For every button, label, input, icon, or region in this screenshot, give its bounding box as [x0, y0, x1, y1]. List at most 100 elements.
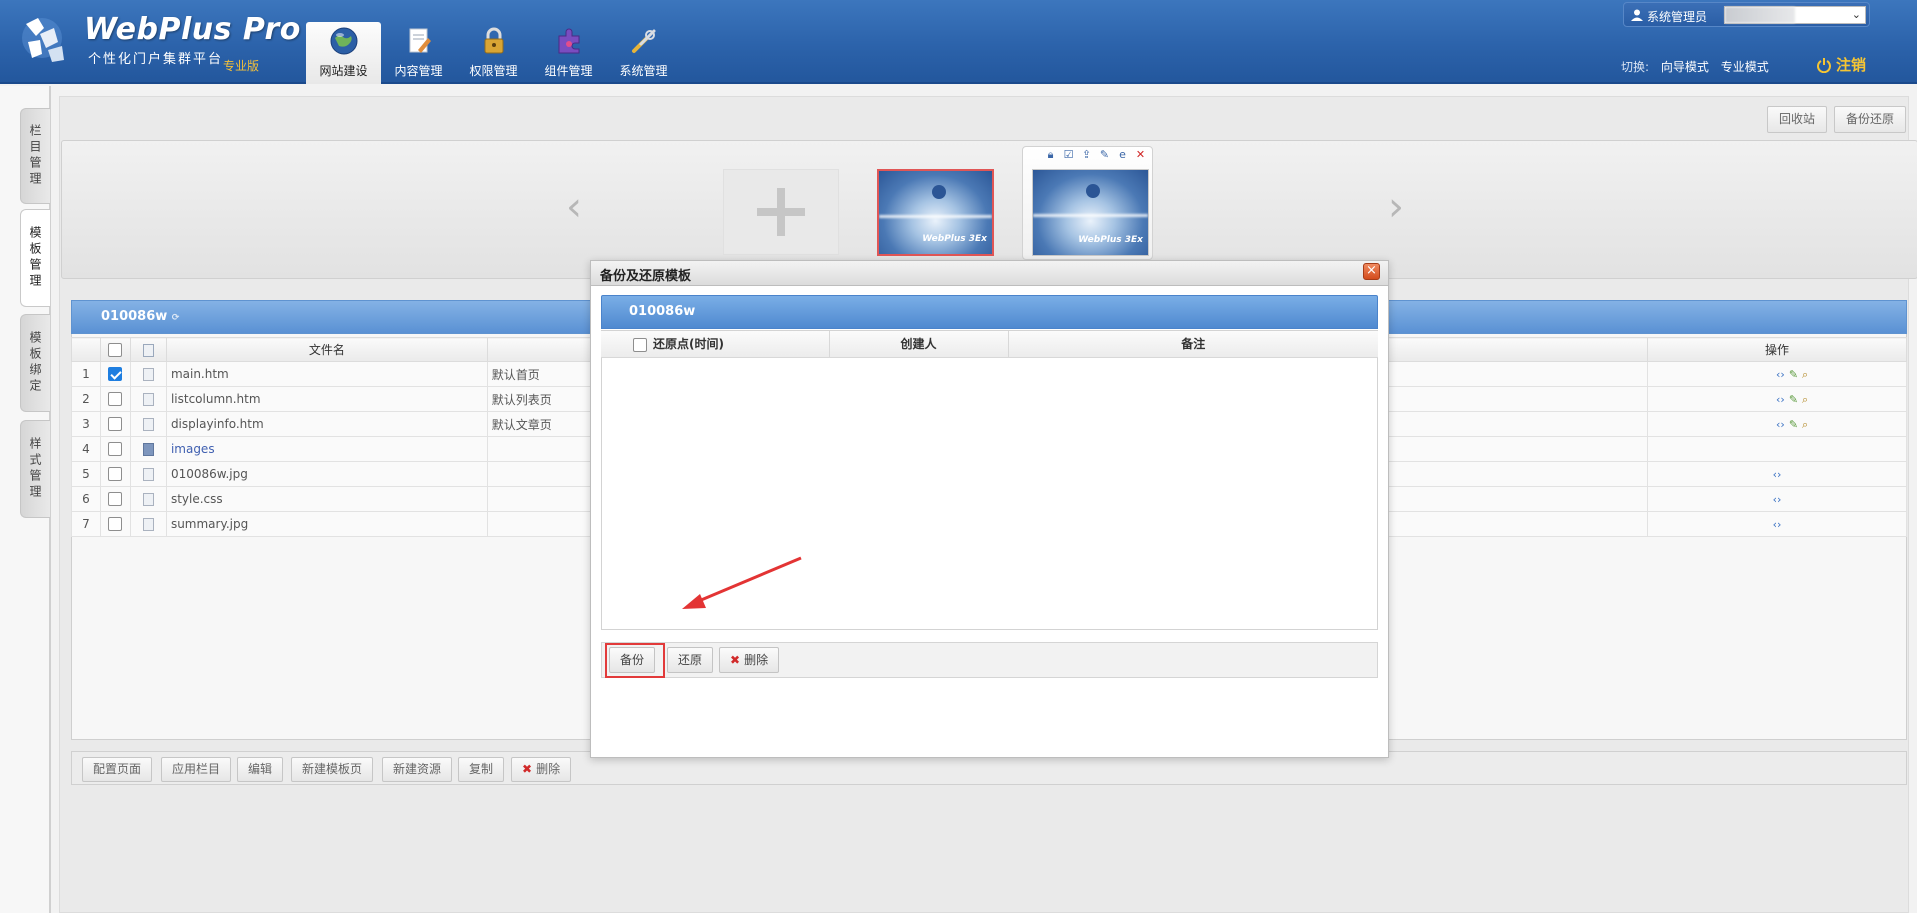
- select-all-checkbox[interactable]: [108, 342, 123, 357]
- refresh-icon[interactable]: ⟳: [172, 313, 180, 323]
- close-icon[interactable]: ✕: [1134, 148, 1147, 162]
- file-icon: [142, 418, 154, 431]
- recycle-bin-button[interactable]: 回收站: [1767, 106, 1828, 133]
- dialog-titlebar[interactable]: [590, 260, 1389, 286]
- code-icon[interactable]: ‹›: [1773, 518, 1782, 531]
- row-filename[interactable]: style.css: [165, 486, 488, 512]
- config-page-button[interactable]: 配置页面: [82, 757, 153, 782]
- row-filename[interactable]: summary.jpg: [165, 511, 488, 537]
- code-icon[interactable]: ‹›: [1773, 493, 1782, 506]
- nav-site-build[interactable]: 网站建设: [306, 22, 381, 84]
- row-checkbox[interactable]: [108, 517, 123, 532]
- delete-x-icon: ✖: [522, 762, 533, 776]
- search-icon[interactable]: ⌕: [1802, 393, 1808, 407]
- template-thumbnail-1[interactable]: WebPlus 3Ex: [877, 169, 994, 256]
- puzzle-icon: [558, 28, 579, 54]
- user-label: 系统管理员: [1647, 10, 1708, 24]
- dialog-action-bar: [601, 642, 1378, 678]
- lock-icon[interactable]: 🔒︎: [1044, 148, 1057, 162]
- row-checkbox[interactable]: [108, 492, 123, 507]
- user-selector[interactable]: 系统管理员 ⌄: [1623, 2, 1870, 27]
- new-resource-button[interactable]: 新建资源: [382, 757, 453, 782]
- row-index: 6: [71, 486, 101, 512]
- add-template-button[interactable]: [723, 169, 839, 255]
- nav-content-manage[interactable]: 内容管理: [381, 22, 456, 84]
- row-ops-cell: ‹› ✎ ⌕: [1647, 386, 1907, 412]
- row-checkbox-cell: [99, 411, 131, 437]
- document-edit-icon: [409, 28, 431, 53]
- nav-component-manage[interactable]: 组件管理: [531, 22, 606, 84]
- carousel-next-arrow-icon[interactable]: ›: [1388, 187, 1410, 227]
- mode-switch: 切换: 向导模式 专业模式: [1621, 58, 1777, 75]
- row-index: 5: [71, 461, 101, 487]
- side-tab-style-manage[interactable]: 样式管理: [20, 420, 50, 518]
- edit-icon[interactable]: ✎: [1789, 393, 1798, 407]
- delete-file-button[interactable]: ✖ 删除: [511, 757, 572, 782]
- restore-button[interactable]: 还原: [667, 647, 714, 673]
- template-thumbnail-2[interactable]: WebPlus 3Ex: [1032, 169, 1149, 256]
- row-filename[interactable]: listcolumn.htm: [165, 386, 488, 412]
- emblem-icon: [932, 185, 946, 199]
- row-filename[interactable]: main.htm: [165, 361, 488, 387]
- code-icon[interactable]: ‹›: [1776, 418, 1785, 432]
- globe-icon: [330, 27, 357, 55]
- logout-button[interactable]: 注销: [1816, 54, 1866, 75]
- new-template-page-button[interactable]: 新建模板页: [291, 757, 374, 782]
- remark-col-header: 备注: [1008, 331, 1378, 358]
- backup-restore-button[interactable]: 备份还原: [1834, 106, 1907, 133]
- ops-col-header: 操作: [1647, 337, 1907, 362]
- side-tab-template-manage[interactable]: 模板管理: [20, 209, 50, 307]
- apply-column-button[interactable]: 应用栏目: [161, 757, 232, 782]
- ie-icon[interactable]: e: [1116, 148, 1129, 162]
- row-ops: ‹›: [1773, 468, 1782, 481]
- restore-select-all-checkbox[interactable]: [633, 337, 647, 352]
- row-type-cell: [129, 436, 167, 462]
- row-checkbox[interactable]: [108, 367, 123, 382]
- row-index: 3: [71, 411, 101, 437]
- check-icon[interactable]: ☑: [1062, 148, 1075, 162]
- delete-label: 删除: [744, 653, 769, 667]
- side-tab-template-bind[interactable]: 模板绑定: [20, 314, 50, 412]
- row-ops-cell: ‹›: [1647, 486, 1907, 512]
- row-filename[interactable]: displayinfo.htm: [165, 411, 488, 437]
- index-col-header: [71, 337, 101, 362]
- row-type-cell: [129, 486, 167, 512]
- dialog-close-icon[interactable]: ×: [1363, 263, 1380, 280]
- copy-button[interactable]: 复制: [458, 757, 505, 782]
- side-tab-column-manage[interactable]: 栏目管理: [20, 108, 50, 204]
- filename-text[interactable]: images: [171, 442, 215, 456]
- row-filename[interactable]: images: [165, 436, 488, 462]
- row-filename[interactable]: 010086w.jpg: [165, 461, 488, 487]
- light-streak: [1033, 214, 1148, 217]
- thumbnail-brand: WebPlus 3Ex: [922, 234, 987, 244]
- row-ops-cell: ‹›: [1647, 461, 1907, 487]
- export-icon[interactable]: ⇪: [1080, 148, 1093, 162]
- code-icon[interactable]: ‹›: [1776, 368, 1785, 382]
- edit-icon[interactable]: ✎: [1789, 368, 1798, 382]
- row-checkbox[interactable]: [108, 392, 123, 407]
- nav-label: 组件管理: [544, 64, 593, 78]
- delete-restore-point-button[interactable]: ✖ 删除: [719, 647, 780, 673]
- type-col-header: [129, 337, 167, 362]
- code-icon[interactable]: ‹›: [1773, 468, 1782, 481]
- user-dropdown[interactable]: ⌄: [1724, 6, 1866, 24]
- carousel-prev-arrow-icon[interactable]: ‹: [566, 187, 588, 227]
- code-icon[interactable]: ‹›: [1776, 393, 1785, 407]
- row-checkbox[interactable]: [108, 417, 123, 432]
- switch-label: 切换:: [1621, 60, 1650, 74]
- thumbnail-brand: WebPlus 3Ex: [1078, 235, 1143, 245]
- row-checkbox[interactable]: [108, 442, 123, 457]
- search-icon[interactable]: ⌕: [1802, 368, 1808, 382]
- row-ops-cell: [1647, 436, 1907, 462]
- search-icon[interactable]: ⌕: [1802, 418, 1808, 432]
- row-checkbox[interactable]: [108, 467, 123, 482]
- row-ops: ‹› ✎ ⌕: [1776, 393, 1808, 407]
- pro-mode-link[interactable]: 专业模式: [1721, 60, 1769, 74]
- nav-system-manage[interactable]: 系统管理: [606, 22, 681, 84]
- edit-icon[interactable]: ✎: [1789, 418, 1798, 432]
- guide-mode-link[interactable]: 向导模式: [1661, 60, 1709, 74]
- row-type-cell: [129, 386, 167, 412]
- nav-permission-manage[interactable]: 权限管理: [456, 22, 531, 84]
- pencil-icon[interactable]: ✎: [1098, 148, 1111, 162]
- edit-button[interactable]: 编辑: [237, 757, 284, 782]
